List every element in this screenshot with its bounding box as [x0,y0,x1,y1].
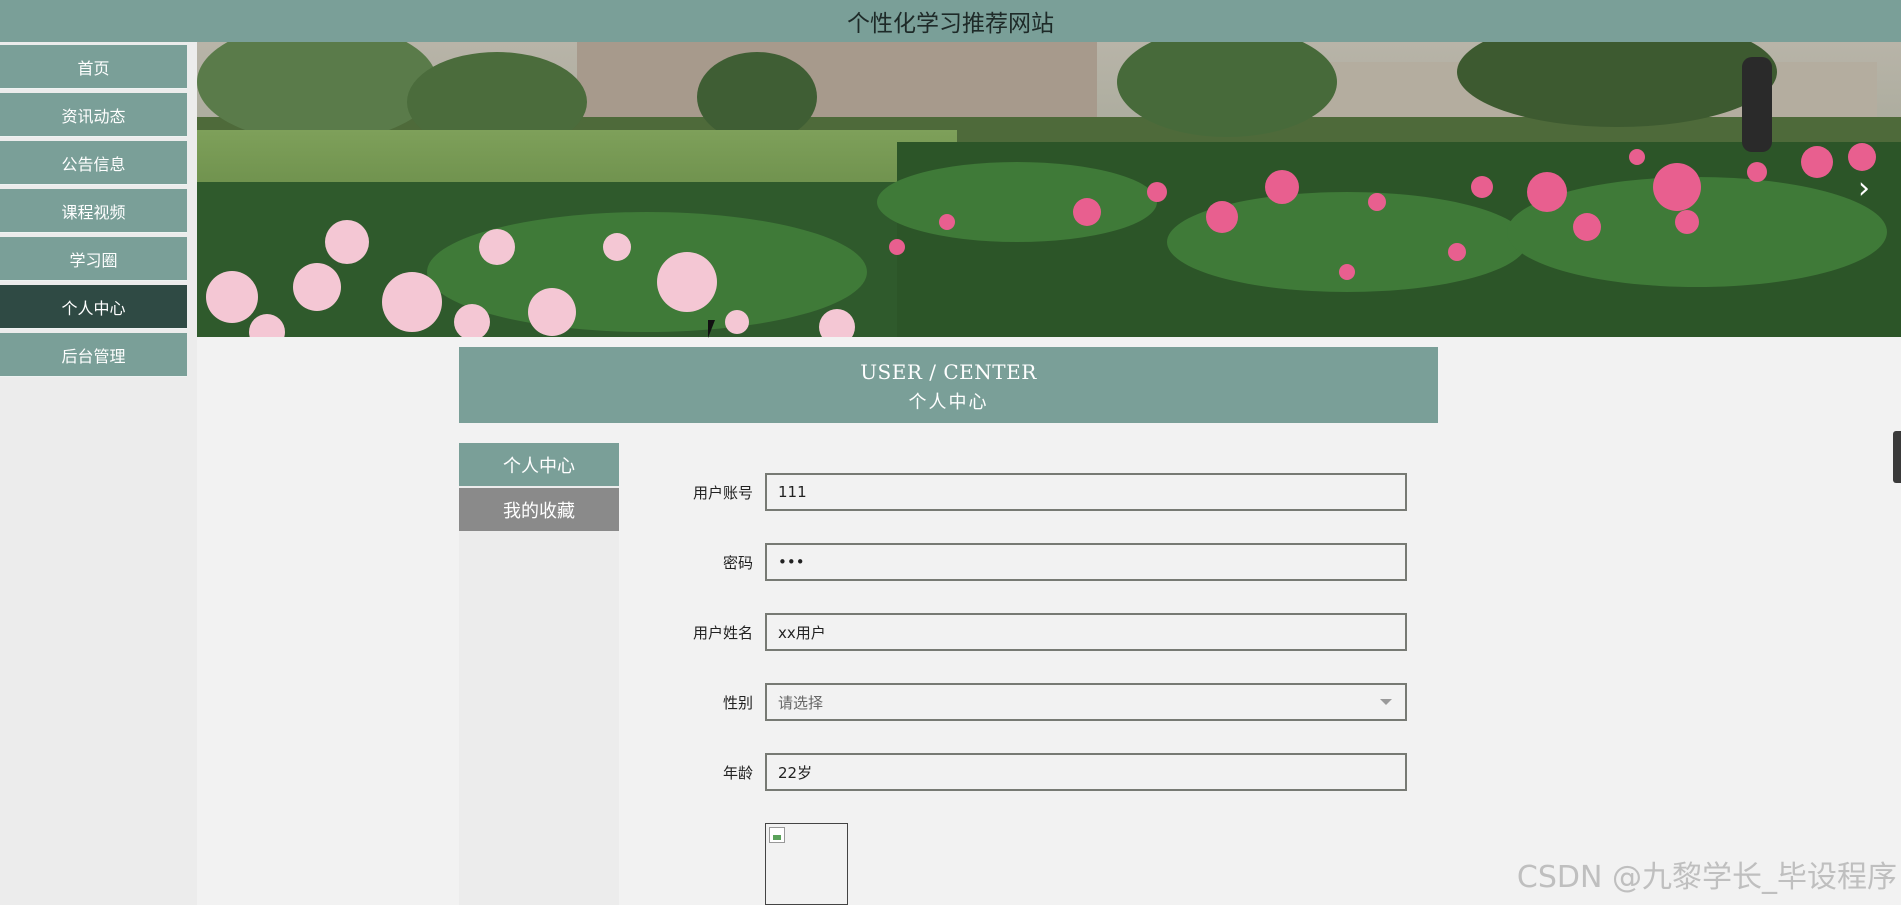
watermark: CSDN @九黎学长_毕设程序 [1516,860,1897,895]
nav-item-label: 课程视频 [61,202,126,222]
password-label: 密码 [722,554,753,572]
tab-my-favorites[interactable]: 我的收藏 [459,488,619,531]
chevron-right-icon[interactable]: › [1853,174,1875,204]
nav-item-admin[interactable]: 后台管理 [0,333,187,377]
tab-label: 我的收藏 [503,500,575,522]
tab-user-center[interactable]: 个人中心 [459,443,619,486]
password-field[interactable]: ••• [765,543,1407,581]
user-center-header: USER / CENTER 个人中心 [459,347,1438,423]
nav-item-label: 学习圈 [69,250,118,270]
account-field[interactable]: 111 [765,473,1407,511]
side-navigation: 首页 资讯动态 公告信息 课程视频 学习圈 个人中心 后台管理 [0,42,197,905]
site-header: 个性化学习推荐网站 [0,0,1901,42]
user-center-menu: 个人中心 我的收藏 [459,443,619,905]
name-value: xx用户 [778,623,826,642]
nav-item-label: 首页 [77,58,110,78]
nav-item-study-circle[interactable]: 学习圈 [0,237,187,281]
site-title: 个性化学习推荐网站 [847,11,1054,37]
banner-carousel[interactable]: › [197,42,1901,337]
gender-placeholder: 请选择 [778,693,824,712]
page-scroll-handle[interactable] [1893,431,1901,483]
avatar-upload[interactable] [765,823,848,905]
nav-item-course-videos[interactable]: 课程视频 [0,189,187,233]
nav-item-home[interactable]: 首页 [0,45,187,89]
nav-item-announcements[interactable]: 公告信息 [0,141,187,185]
broken-image-icon [769,827,785,843]
name-label: 用户姓名 [692,624,753,642]
age-value: 22岁 [778,763,813,782]
nav-item-news[interactable]: 资讯动态 [0,93,187,137]
nav-item-label: 公告信息 [61,154,126,174]
panel-title-cn: 个人中心 [908,392,989,413]
age-field[interactable]: 22岁 [765,753,1407,791]
nav-item-user-center[interactable]: 个人中心 [0,285,187,329]
banner-image [197,42,1901,337]
tab-label: 个人中心 [503,455,575,477]
age-label: 年龄 [722,764,753,782]
account-value: 111 [778,483,807,501]
gender-select[interactable]: 请选择 [765,683,1407,721]
panel-title-en: USER / CENTER [860,360,1037,384]
nav-item-label: 后台管理 [61,346,126,366]
mouse-pointer-icon [708,320,715,338]
nav-item-label: 资讯动态 [61,106,126,126]
password-value: ••• [778,553,805,571]
account-label: 用户账号 [692,484,753,502]
chevron-down-icon [1380,699,1392,705]
name-field[interactable]: xx用户 [765,613,1407,651]
gender-label: 性别 [722,694,753,712]
nav-item-label: 个人中心 [61,298,126,318]
